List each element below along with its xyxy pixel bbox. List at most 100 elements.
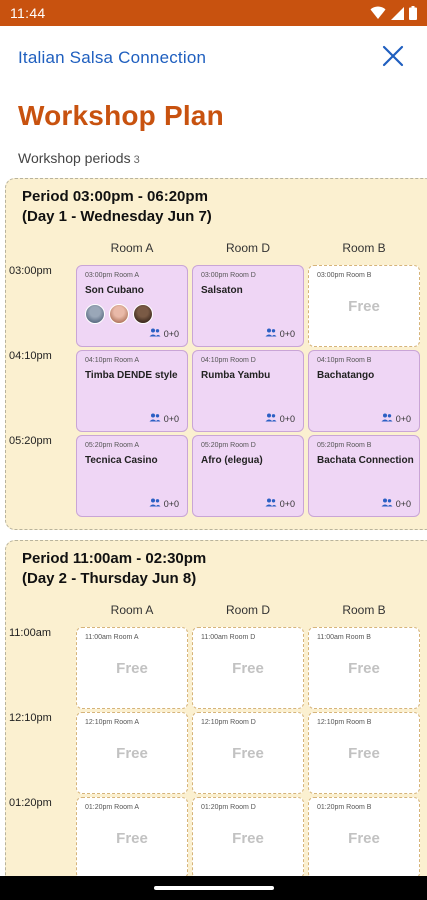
- slot-time-room: 01:20pm Room D: [201, 804, 256, 811]
- workshop-cell[interactable]: 04:10pm Room B Bachatango 0+0: [308, 350, 420, 432]
- page-title: Workshop Plan: [18, 100, 224, 131]
- status-icons: [370, 6, 417, 20]
- people-icon: [149, 498, 161, 509]
- slot-time-room: 11:00am Room D: [201, 634, 256, 641]
- free-label: Free: [348, 660, 380, 677]
- avatar[interactable]: [133, 304, 153, 324]
- period-subtitle: (Day 1 - Wednesday Jun 7): [22, 208, 212, 225]
- free-slot-cell[interactable]: 11:00am Room A Free: [76, 627, 188, 709]
- free-slot-cell[interactable]: 03:00pm Room B Free: [308, 265, 420, 347]
- time-slot-label: 04:10pm: [9, 350, 52, 362]
- free-slot-cell[interactable]: 01:20pm Room B Free: [308, 797, 420, 879]
- workshop-name: Rumba Yambu: [201, 370, 271, 381]
- room-column-header: Room B: [342, 603, 386, 617]
- attendee-count: 0+0: [149, 413, 179, 424]
- workshop-name: Salsaton: [201, 285, 243, 296]
- workshop-name: Son Cubano: [85, 285, 144, 296]
- slot-time-room: 11:00am Room A: [85, 634, 139, 641]
- avatar[interactable]: [85, 304, 105, 324]
- attendee-count-value: 0+0: [279, 328, 295, 339]
- slot-time-room: 05:20pm Room A: [85, 442, 140, 449]
- slot-time-room: 12:10pm Room B: [317, 719, 372, 726]
- wifi-icon: [370, 6, 386, 20]
- people-icon: [265, 413, 277, 424]
- free-label: Free: [116, 830, 148, 847]
- time-slot-label: 01:20pm: [9, 797, 52, 809]
- avatar[interactable]: [109, 304, 129, 324]
- attendee-count-value: 0+0: [395, 498, 411, 509]
- room-column-header: Room A: [110, 241, 154, 255]
- people-icon: [149, 328, 161, 339]
- people-icon: [149, 413, 161, 424]
- free-label: Free: [348, 745, 380, 762]
- free-label: Free: [116, 745, 148, 762]
- people-icon: [265, 498, 277, 509]
- free-slot-cell[interactable]: 01:20pm Room A Free: [76, 797, 188, 879]
- slot-time-room: 03:00pm Room D: [201, 272, 256, 279]
- attendee-count-value: 0+0: [279, 413, 295, 424]
- free-label: Free: [348, 830, 380, 847]
- workshop-cell[interactable]: 05:20pm Room A Tecnica Casino 0+0: [76, 435, 188, 517]
- workshop-name: Bachata Connection: [317, 455, 414, 466]
- attendee-count: 0+0: [149, 328, 179, 339]
- periods-count: 3: [133, 154, 140, 166]
- close-button[interactable]: [377, 42, 409, 74]
- slot-time-room: 01:20pm Room A: [85, 804, 140, 811]
- slot-time-room: 05:20pm Room D: [201, 442, 256, 449]
- free-label: Free: [232, 830, 264, 847]
- free-slot-cell[interactable]: 11:00am Room D Free: [192, 627, 304, 709]
- time-slot-label: 12:10pm: [9, 712, 52, 724]
- home-handle[interactable]: [153, 886, 274, 890]
- battery-icon: [409, 6, 417, 20]
- slot-time-room: 11:00am Room B: [317, 634, 371, 641]
- free-slot-cell[interactable]: 12:10pm Room B Free: [308, 712, 420, 794]
- slot-time-room: 04:10pm Room A: [85, 357, 140, 364]
- slot-time-room: 05:20pm Room B: [317, 442, 372, 449]
- room-column-header: Room D: [225, 241, 270, 255]
- instructor-avatars: [85, 304, 153, 324]
- room-column-header: Room D: [225, 603, 270, 617]
- workshop-cell[interactable]: 05:20pm Room B Bachata Connection 0+0: [308, 435, 420, 517]
- workshop-name: Timba DENDE style: [85, 370, 178, 381]
- workshop-cell[interactable]: 04:10pm Room A Timba DENDE style 0+0: [76, 350, 188, 432]
- signal-icon: [391, 6, 404, 20]
- people-icon: [381, 413, 393, 424]
- period-title: Period 03:00pm - 06:20pm: [22, 188, 208, 205]
- attendee-count-value: 0+0: [395, 413, 411, 424]
- slot-time-room: 04:10pm Room B: [317, 357, 372, 364]
- workshop-name: Afro (elegua): [201, 455, 263, 466]
- room-column-header: Room A: [110, 603, 154, 617]
- free-slot-cell[interactable]: 01:20pm Room D Free: [192, 797, 304, 879]
- time-slot-label: 11:00am: [9, 627, 51, 639]
- close-icon: [382, 45, 404, 72]
- attendee-count: 0+0: [149, 498, 179, 509]
- workshop-name: Tecnica Casino: [85, 455, 158, 466]
- workshop-cell[interactable]: 05:20pm Room D Afro (elegua) 0+0: [192, 435, 304, 517]
- workshop-cell[interactable]: 03:00pm Room D Salsaton 0+0: [192, 265, 304, 347]
- free-slot-cell[interactable]: 12:10pm Room D Free: [192, 712, 304, 794]
- period-subtitle: (Day 2 - Thursday Jun 8): [22, 570, 197, 587]
- free-slot-cell[interactable]: 11:00am Room B Free: [308, 627, 420, 709]
- attendee-count-value: 0+0: [163, 498, 179, 509]
- workshop-cell[interactable]: 04:10pm Room D Rumba Yambu 0+0: [192, 350, 304, 432]
- free-slot-cell[interactable]: 12:10pm Room A Free: [76, 712, 188, 794]
- people-icon: [265, 328, 277, 339]
- attendee-count: 0+0: [381, 413, 411, 424]
- attendee-count-value: 0+0: [279, 498, 295, 509]
- attendee-count: 0+0: [265, 328, 295, 339]
- people-icon: [381, 498, 393, 509]
- free-label: Free: [232, 660, 264, 677]
- attendee-count-value: 0+0: [163, 413, 179, 424]
- time-slot-label: 05:20pm: [9, 435, 52, 447]
- workshop-name: Bachatango: [317, 370, 375, 381]
- attendee-count: 0+0: [381, 498, 411, 509]
- workshop-cell[interactable]: 03:00pm Room A Son Cubano 0+0: [76, 265, 188, 347]
- slot-time-room: 04:10pm Room D: [201, 357, 256, 364]
- slot-time-room: 12:10pm Room D: [201, 719, 256, 726]
- period-title: Period 11:00am - 02:30pm: [22, 550, 207, 567]
- free-label: Free: [348, 298, 380, 315]
- room-column-header: Room B: [342, 241, 386, 255]
- app-title: Italian Salsa Connection: [18, 48, 207, 67]
- periods-label-text: Workshop periods: [18, 150, 131, 166]
- time-slot-label: 03:00pm: [9, 265, 52, 277]
